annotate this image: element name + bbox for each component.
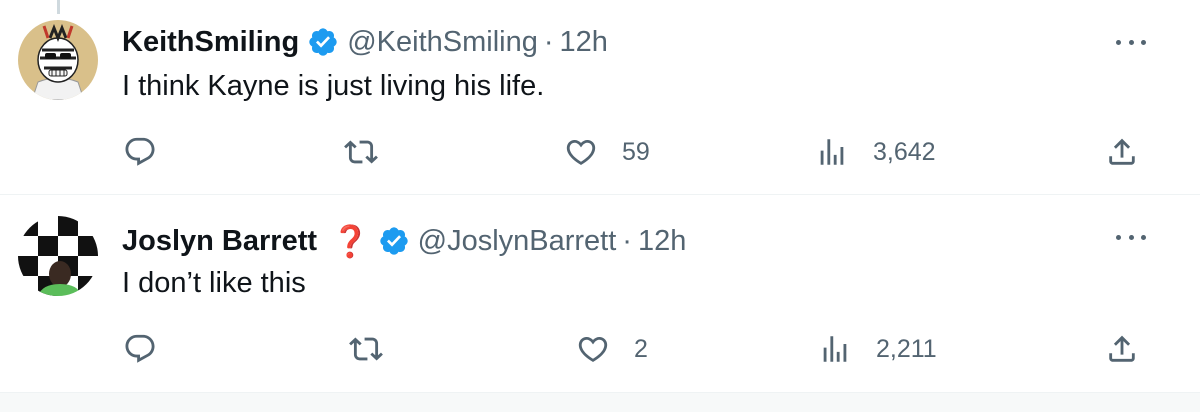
tweet-actions: 59 3,642 [0,132,1200,172]
reply-button[interactable] [123,132,181,172]
tweet-header: KeithSmiling @KeithSmiling · 12h [122,22,608,62]
views-count: 3,642 [873,137,936,166]
tweet[interactable]: Joslyn Barrett ❓ @JoslynBarrett · 12h I … [0,195,1200,393]
heart-icon [566,139,596,165]
like-count: 2 [634,334,648,363]
share-button[interactable] [1105,329,1139,369]
tweet-actions: 2 2,211 [0,329,1200,369]
like-button[interactable]: 59 [564,132,650,172]
share-icon [1109,335,1135,362]
zebra-avatar-icon [18,20,98,100]
views-button[interactable]: 2,211 [818,329,937,369]
tweet[interactable]: KeithSmiling @KeithSmiling · 12h I think… [0,0,1200,195]
retweet-button[interactable] [349,329,407,369]
retweet-button[interactable] [344,132,402,172]
tweet-text: I think Kayne is just living his life. [122,70,545,102]
author-name[interactable]: Joslyn Barrett [122,225,317,258]
reply-icon [125,334,155,363]
like-button[interactable]: 2 [576,329,648,369]
more-options-icon[interactable] [1116,229,1146,245]
views-count: 2,211 [876,334,937,363]
timeline-bottom-gap [0,393,1200,412]
separator-dot: · [543,25,554,58]
avatar[interactable] [18,216,98,296]
verified-badge-icon[interactable] [378,225,410,257]
tweet-header: Joslyn Barrett ❓ @JoslynBarrett · 12h [122,221,686,261]
like-count: 59 [622,137,650,166]
heart-icon [578,336,608,362]
verified-badge-icon[interactable] [307,26,339,58]
checkered-avatar-icon [18,216,98,296]
timestamp[interactable]: 12h [638,225,686,258]
more-options-icon[interactable] [1116,34,1146,50]
analytics-icon [820,139,844,165]
author-name[interactable]: KeithSmiling [122,26,299,59]
reply-button[interactable] [123,329,181,369]
views-button[interactable]: 3,642 [815,132,936,172]
reply-icon [125,137,155,166]
tweet-text: I don’t like this [122,267,306,299]
question-mark-emoji: ❓ [331,223,370,259]
author-handle[interactable]: @JoslynBarrett [418,225,617,258]
author-handle[interactable]: @KeithSmiling [347,26,538,59]
separator-dot: · [622,224,632,257]
retweet-icon [344,140,378,164]
analytics-icon [823,336,847,362]
retweet-icon [349,337,383,361]
timestamp[interactable]: 12h [560,26,608,59]
share-icon [1109,138,1135,165]
share-button[interactable] [1105,132,1139,172]
avatar[interactable] [18,20,98,100]
